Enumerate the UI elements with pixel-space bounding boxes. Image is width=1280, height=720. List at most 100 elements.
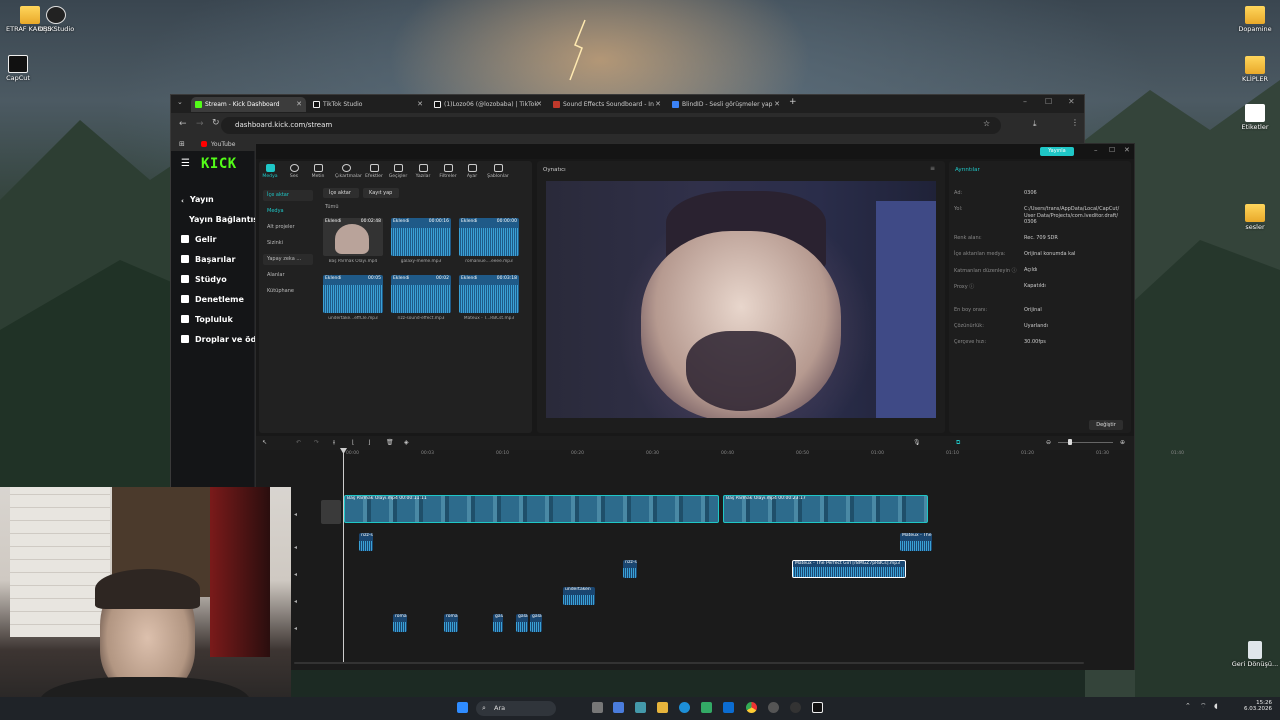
tool-templates[interactable]: Şablonlar [487, 164, 509, 179]
close-window-icon[interactable]: ✕ [1124, 146, 1130, 154]
timeline-audio-clip[interactable]: undertaken [563, 587, 595, 605]
zoom-slider[interactable] [1058, 442, 1113, 443]
zoom-out-icon[interactable]: ⊖ [1046, 439, 1051, 446]
timeline-audio-clip-selected[interactable]: Mateux - The Perfect Girl [r8MGZ7pRBCs].… [792, 560, 906, 578]
track-mute-icon[interactable]: ◂ [294, 511, 297, 518]
tool-stickers[interactable]: Çıkartmalar [335, 164, 362, 179]
tool-adjust[interactable]: Ayar [461, 164, 483, 179]
kick-nav-droplar[interactable]: Droplar ve ödü [181, 335, 262, 344]
timeline-audio-clip[interactable]: gala [530, 614, 542, 632]
select-tool-icon[interactable]: ↖ [262, 439, 267, 446]
timeline-audio-clip[interactable]: roma [444, 614, 458, 632]
close-icon[interactable]: ✕ [417, 97, 423, 112]
kick-nav-yayin[interactable]: ‹ Yayın [181, 195, 214, 205]
redo-icon[interactable]: ↷ [314, 439, 319, 446]
side-library[interactable]: Kütüphane [263, 286, 313, 297]
timeline-ruler[interactable]: 00:00 00:03 00:10 00:20 00:30 00:40 00:50 01:00… [346, 451, 1184, 461]
copilot-icon[interactable] [613, 702, 624, 713]
chrome-icon[interactable] [746, 702, 757, 713]
timeline-audio-clip[interactable]: Mateux - The [900, 533, 932, 551]
timeline-audio-clip[interactable]: rizz-s [359, 533, 373, 551]
close-icon[interactable]: ✕ [655, 97, 661, 112]
track-mute-icon[interactable]: ◂ [294, 544, 297, 551]
media-clip-audio[interactable]: Eklendi 00:00:00 [459, 218, 519, 256]
undo-icon[interactable]: ↶ [296, 439, 301, 446]
tab-tiktok-profile[interactable]: (1)Lozo06 (@lozobaba) | TikTok ✕ [430, 97, 546, 112]
edge-icon[interactable] [679, 702, 690, 713]
close-icon[interactable]: ✕ [774, 97, 780, 112]
taskbar-search[interactable]: ⌕ Ara [476, 701, 556, 716]
kick-nav-denetleme[interactable]: Denetleme [181, 295, 244, 304]
side-subprojects[interactable]: Alt projeler [263, 222, 313, 233]
tool-audio[interactable]: Ses [283, 164, 305, 179]
maximize-icon[interactable]: ☐ [1045, 97, 1052, 106]
new-tab-icon[interactable]: + [789, 97, 797, 107]
kick-nav-yayin-baglantisi[interactable]: Yayın Bağlantısı [189, 215, 261, 224]
tool-captions[interactable]: Yazılar [412, 164, 434, 179]
track-cover-thumbnail[interactable] [321, 500, 341, 524]
media-clip-audio[interactable]: Eklendi 00:03:18 [459, 275, 519, 313]
timeline-audio-clip[interactable]: roma [393, 614, 407, 632]
tab-tiktok-studio[interactable]: TikTok Studio ✕ [309, 97, 427, 112]
desktop-icon-recycle-bin[interactable]: Geri Dönüşü... [1225, 641, 1280, 668]
desktop-icon-etiketler[interactable]: Etiketler [1225, 104, 1280, 131]
store-icon[interactable] [701, 702, 712, 713]
track-mute-icon[interactable]: ◂ [294, 598, 297, 605]
kick-nav-gelir[interactable]: Gelir [181, 235, 216, 244]
tab-soundboard[interactable]: Sound Effects Soundboard - In ✕ [549, 97, 665, 112]
snap-icon[interactable]: ⧉ [956, 439, 960, 447]
download-icon[interactable]: ⤓ [1033, 119, 1037, 129]
taskbar-clock[interactable]: 15:26 6.03.2026 [1238, 700, 1272, 712]
file-explorer-icon[interactable] [657, 702, 668, 713]
desktop-icon-dopamine[interactable]: Dopamine [1225, 6, 1280, 33]
mic-icon[interactable]: 🎙 [913, 439, 921, 446]
desktop-icon-sesler[interactable]: sesler [1225, 204, 1280, 231]
kick-nav-topluluk[interactable]: Topluluk [181, 315, 233, 324]
export-button[interactable]: Yayınla [1040, 147, 1074, 156]
tool-filters[interactable]: Filtreler [437, 164, 459, 179]
split-icon[interactable]: ⫲ [333, 439, 335, 447]
widgets-icon[interactable] [635, 702, 646, 713]
apps-grid-icon[interactable]: ⊞ [179, 140, 185, 148]
zoom-in-icon[interactable]: ⊕ [1120, 439, 1125, 446]
tray-chevron-icon[interactable]: ⌃ [1185, 702, 1191, 710]
timeline-video-clip[interactable]: Baş Parmak Olayı.mp4 00:00:23:17 [723, 495, 928, 523]
filter-all[interactable]: Tümü [325, 204, 339, 210]
timeline-scrollbar[interactable] [294, 662, 1084, 664]
media-clip-video[interactable]: Eklendi 00:02:48 [323, 218, 383, 256]
shield-icon[interactable]: ◈ [404, 439, 409, 446]
track-mute-icon[interactable]: ◂ [294, 571, 297, 578]
side-spaces[interactable]: Alanlar [263, 270, 313, 281]
tool-effects[interactable]: Efektler [363, 164, 385, 179]
zoom-slider-handle[interactable] [1068, 439, 1072, 445]
media-clip-audio[interactable]: Eklendi 00:02 [391, 275, 451, 313]
start-icon[interactable] [457, 702, 468, 713]
video-preview[interactable] [546, 181, 936, 418]
media-clip-audio[interactable]: Eklendi 00:05 [323, 275, 383, 313]
record-button[interactable]: Kayıt yap [363, 188, 399, 198]
volume-icon[interactable]: ◖ [1214, 702, 1218, 710]
import-button[interactable]: İçe aktar [323, 188, 359, 198]
desktop-icon-klipler[interactable]: KLİPLER [1225, 56, 1280, 83]
reload-icon[interactable]: ↻ [212, 118, 220, 128]
side-import[interactable]: İçe aktar [263, 190, 313, 201]
tool-media[interactable]: Medya [259, 164, 281, 179]
timeline-audio-clip[interactable]: gala [493, 614, 503, 632]
tool-transitions[interactable]: Geçişler [387, 164, 409, 179]
kick-nav-basarilar[interactable]: Başarılar [181, 255, 235, 264]
close-icon[interactable]: ✕ [536, 97, 542, 112]
side-media[interactable]: Medya [263, 206, 313, 217]
tab-blindid[interactable]: BlindID - Sesli görüşmeler yap ✕ [668, 97, 784, 112]
trim-left-icon[interactable]: ⌊ [352, 439, 354, 446]
trim-right-icon[interactable]: ⌋ [368, 439, 370, 446]
media-clip-audio[interactable]: Eklendi 00:00:16 [391, 218, 451, 256]
hamburger-icon[interactable]: ☰ [181, 158, 190, 169]
player-menu-icon[interactable]: ≡ [930, 165, 935, 172]
delete-icon[interactable]: 🗑 [386, 439, 394, 446]
minimize-icon[interactable]: – [1094, 146, 1098, 154]
side-ai[interactable]: Yapay zeka ... [263, 254, 313, 265]
side-yours[interactable]: Sizinki [263, 238, 313, 249]
change-button[interactable]: Değiştir [1089, 420, 1123, 430]
track-mute-icon[interactable]: ◂ [294, 625, 297, 632]
tab-kick-dashboard[interactable]: Stream - Kick Dashboard ✕ [191, 97, 306, 112]
